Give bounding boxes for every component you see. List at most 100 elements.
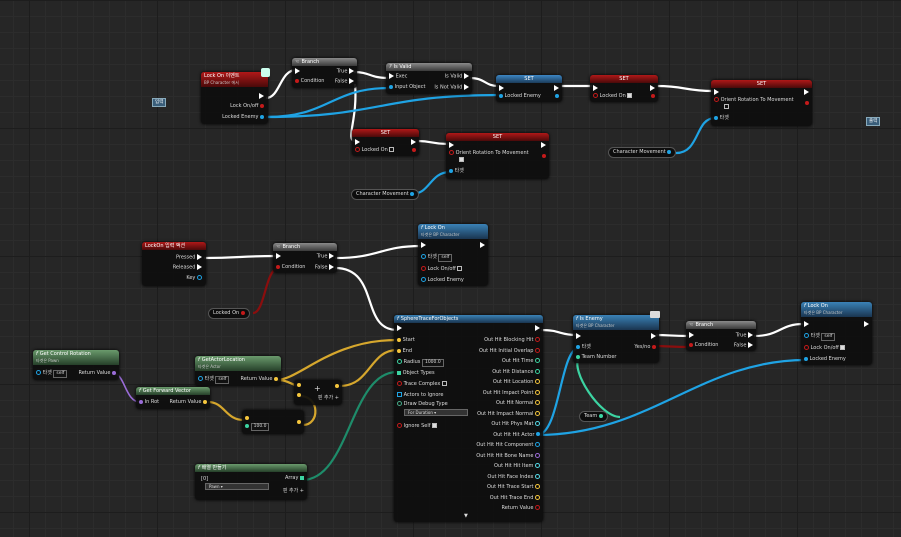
exec-out-pin[interactable] — [411, 139, 416, 145]
exec-out-pin[interactable] — [259, 93, 264, 99]
int-in-pin[interactable] — [576, 354, 580, 359]
exec-out-pin[interactable] — [651, 333, 656, 339]
vector-add-node[interactable]: + 핀 추가 + — [294, 380, 342, 405]
is-valid-node[interactable]: ? Is Valid Exec Input Object Is Valid Is … — [386, 63, 472, 94]
exec-out-pin[interactable] — [541, 142, 546, 148]
object-out-pin[interactable] — [555, 93, 559, 98]
output-pin[interactable] — [536, 432, 540, 436]
vector-out-pin[interactable] — [274, 376, 278, 381]
ignore-self-checkbox[interactable] — [432, 423, 438, 428]
add-pin-button[interactable]: 핀 추가 — [283, 488, 298, 494]
exec-out-pin[interactable] — [650, 85, 655, 91]
bool-in-pin[interactable] — [397, 381, 402, 386]
bool-out-pin[interactable] — [260, 103, 264, 108]
output-pin[interactable] — [535, 379, 540, 384]
vector-out-pin[interactable] — [335, 383, 339, 388]
bool-in-pin[interactable] — [593, 93, 598, 98]
output-pin[interactable] — [535, 368, 540, 374]
exec-out-pin[interactable] — [349, 68, 354, 74]
exec-out-pin[interactable] — [329, 264, 334, 270]
locked-on-checkbox[interactable] — [389, 147, 395, 152]
float-in-pin[interactable] — [397, 359, 402, 364]
set-locked-on-node-1[interactable]: SET Locked On — [590, 75, 658, 102]
add-pin-button[interactable]: 핀 추가 — [318, 395, 333, 401]
exec-out-pin[interactable] — [197, 254, 202, 260]
radius-field[interactable]: 1000.0 — [421, 359, 444, 367]
bool-out-pin[interactable] — [652, 344, 656, 349]
lockon-checkbox[interactable] — [840, 345, 846, 350]
object-out-pin[interactable] — [410, 191, 415, 196]
exec-in-pin[interactable] — [449, 142, 454, 148]
bool-in-pin[interactable] — [276, 264, 280, 269]
locked-on-checkbox[interactable] — [627, 93, 633, 98]
exec-in-pin[interactable] — [804, 321, 809, 327]
array-in-pin[interactable] — [397, 392, 402, 397]
bool-out-pin[interactable] — [542, 153, 546, 158]
rotator-out-pin[interactable] — [112, 370, 116, 375]
vector-out-pin[interactable] — [297, 419, 301, 424]
int-out-pin[interactable] — [598, 413, 603, 418]
vector-in-pin[interactable] — [397, 337, 401, 342]
object-out-pin[interactable] — [260, 114, 264, 119]
locked-on-getter[interactable]: Locked On — [208, 308, 250, 319]
output-pin[interactable] — [535, 337, 540, 342]
bool-in-pin[interactable] — [355, 147, 360, 152]
array-in-pin[interactable] — [397, 370, 401, 375]
exec-out-pin[interactable] — [197, 264, 202, 270]
output-pin[interactable] — [535, 400, 540, 405]
vector-in-pin[interactable] — [297, 382, 301, 387]
object-in-pin[interactable] — [198, 376, 203, 381]
bool-in-pin[interactable] — [397, 423, 402, 428]
comment-output[interactable]: 출력 — [866, 117, 881, 126]
bool-in-pin[interactable] — [449, 150, 454, 155]
exec-out-pin[interactable] — [535, 325, 540, 331]
object-in-pin[interactable] — [449, 168, 453, 173]
exec-in-pin[interactable] — [714, 89, 719, 95]
object-in-pin[interactable] — [714, 115, 718, 120]
exec-in-pin[interactable] — [397, 325, 402, 331]
branch-node-2[interactable]: ☜ Branch Condition True False — [273, 243, 337, 273]
object-in-pin[interactable] — [389, 84, 393, 89]
multiplier-field[interactable]: 100.0 — [250, 423, 270, 431]
output-pin[interactable] — [535, 505, 540, 510]
bool-in-pin[interactable] — [714, 97, 719, 102]
set-locked-on-node-2[interactable]: SET Locked On — [352, 129, 419, 156]
lockon-checkbox[interactable] — [457, 266, 463, 271]
exec-out-pin[interactable] — [464, 84, 469, 90]
exec-out-pin[interactable] — [748, 332, 753, 338]
exec-out-pin[interactable] — [464, 73, 469, 79]
output-pin[interactable] — [535, 484, 540, 489]
exec-in-pin[interactable] — [576, 333, 581, 339]
vector-multiply-node[interactable]: 100.0 — [242, 410, 304, 434]
object-in-pin[interactable] — [421, 277, 426, 282]
bool-in-pin[interactable] — [421, 266, 426, 271]
object-in-pin[interactable] — [36, 370, 41, 375]
get-forward-vector-node[interactable]: f Get Forward Vector In Rot Return Value — [136, 387, 210, 409]
character-movement-getter-1[interactable]: Character Movement — [608, 147, 677, 158]
orient-rotation-checkbox[interactable] — [724, 104, 729, 109]
array-out-pin[interactable] — [300, 475, 304, 480]
output-pin[interactable] — [535, 410, 540, 416]
comment-input[interactable]: 입력 — [152, 98, 167, 107]
output-pin[interactable] — [535, 463, 540, 468]
output-pin[interactable] — [535, 442, 540, 447]
key-out-pin[interactable] — [197, 275, 202, 280]
make-array-node[interactable]: f 배열 만들기 [0] Pawn ▾ Array 핀 추가 + — [195, 464, 307, 500]
exec-out-pin[interactable] — [554, 85, 559, 91]
lockon-function-call-1[interactable]: f Lock On 타겟은 BP Character 타겟 self Lock On… — [418, 224, 488, 286]
object-in-pin[interactable] — [576, 344, 580, 349]
exec-in-pin[interactable] — [499, 85, 504, 91]
object-in-pin[interactable] — [421, 254, 426, 259]
output-pin[interactable] — [535, 421, 540, 426]
object-in-pin[interactable] — [804, 356, 808, 361]
exec-in-pin[interactable] — [593, 85, 598, 91]
bool-out-pin[interactable] — [805, 100, 809, 105]
team-getter[interactable]: Team — [579, 411, 608, 422]
set-locked-enemy-node[interactable]: SET Locked Enemy — [496, 75, 562, 102]
rotator-in-pin[interactable] — [139, 399, 143, 404]
output-pin[interactable] — [535, 452, 540, 458]
exec-out-pin[interactable] — [804, 89, 809, 95]
lockon-input-action-node[interactable]: LockOn 입력 액션 Pressed Released Key — [142, 242, 206, 286]
exec-in-pin[interactable] — [421, 242, 426, 248]
lockon-function-call-2[interactable]: f Lock On 타겟은 BP Character 타겟 self Lock On… — [801, 302, 872, 365]
